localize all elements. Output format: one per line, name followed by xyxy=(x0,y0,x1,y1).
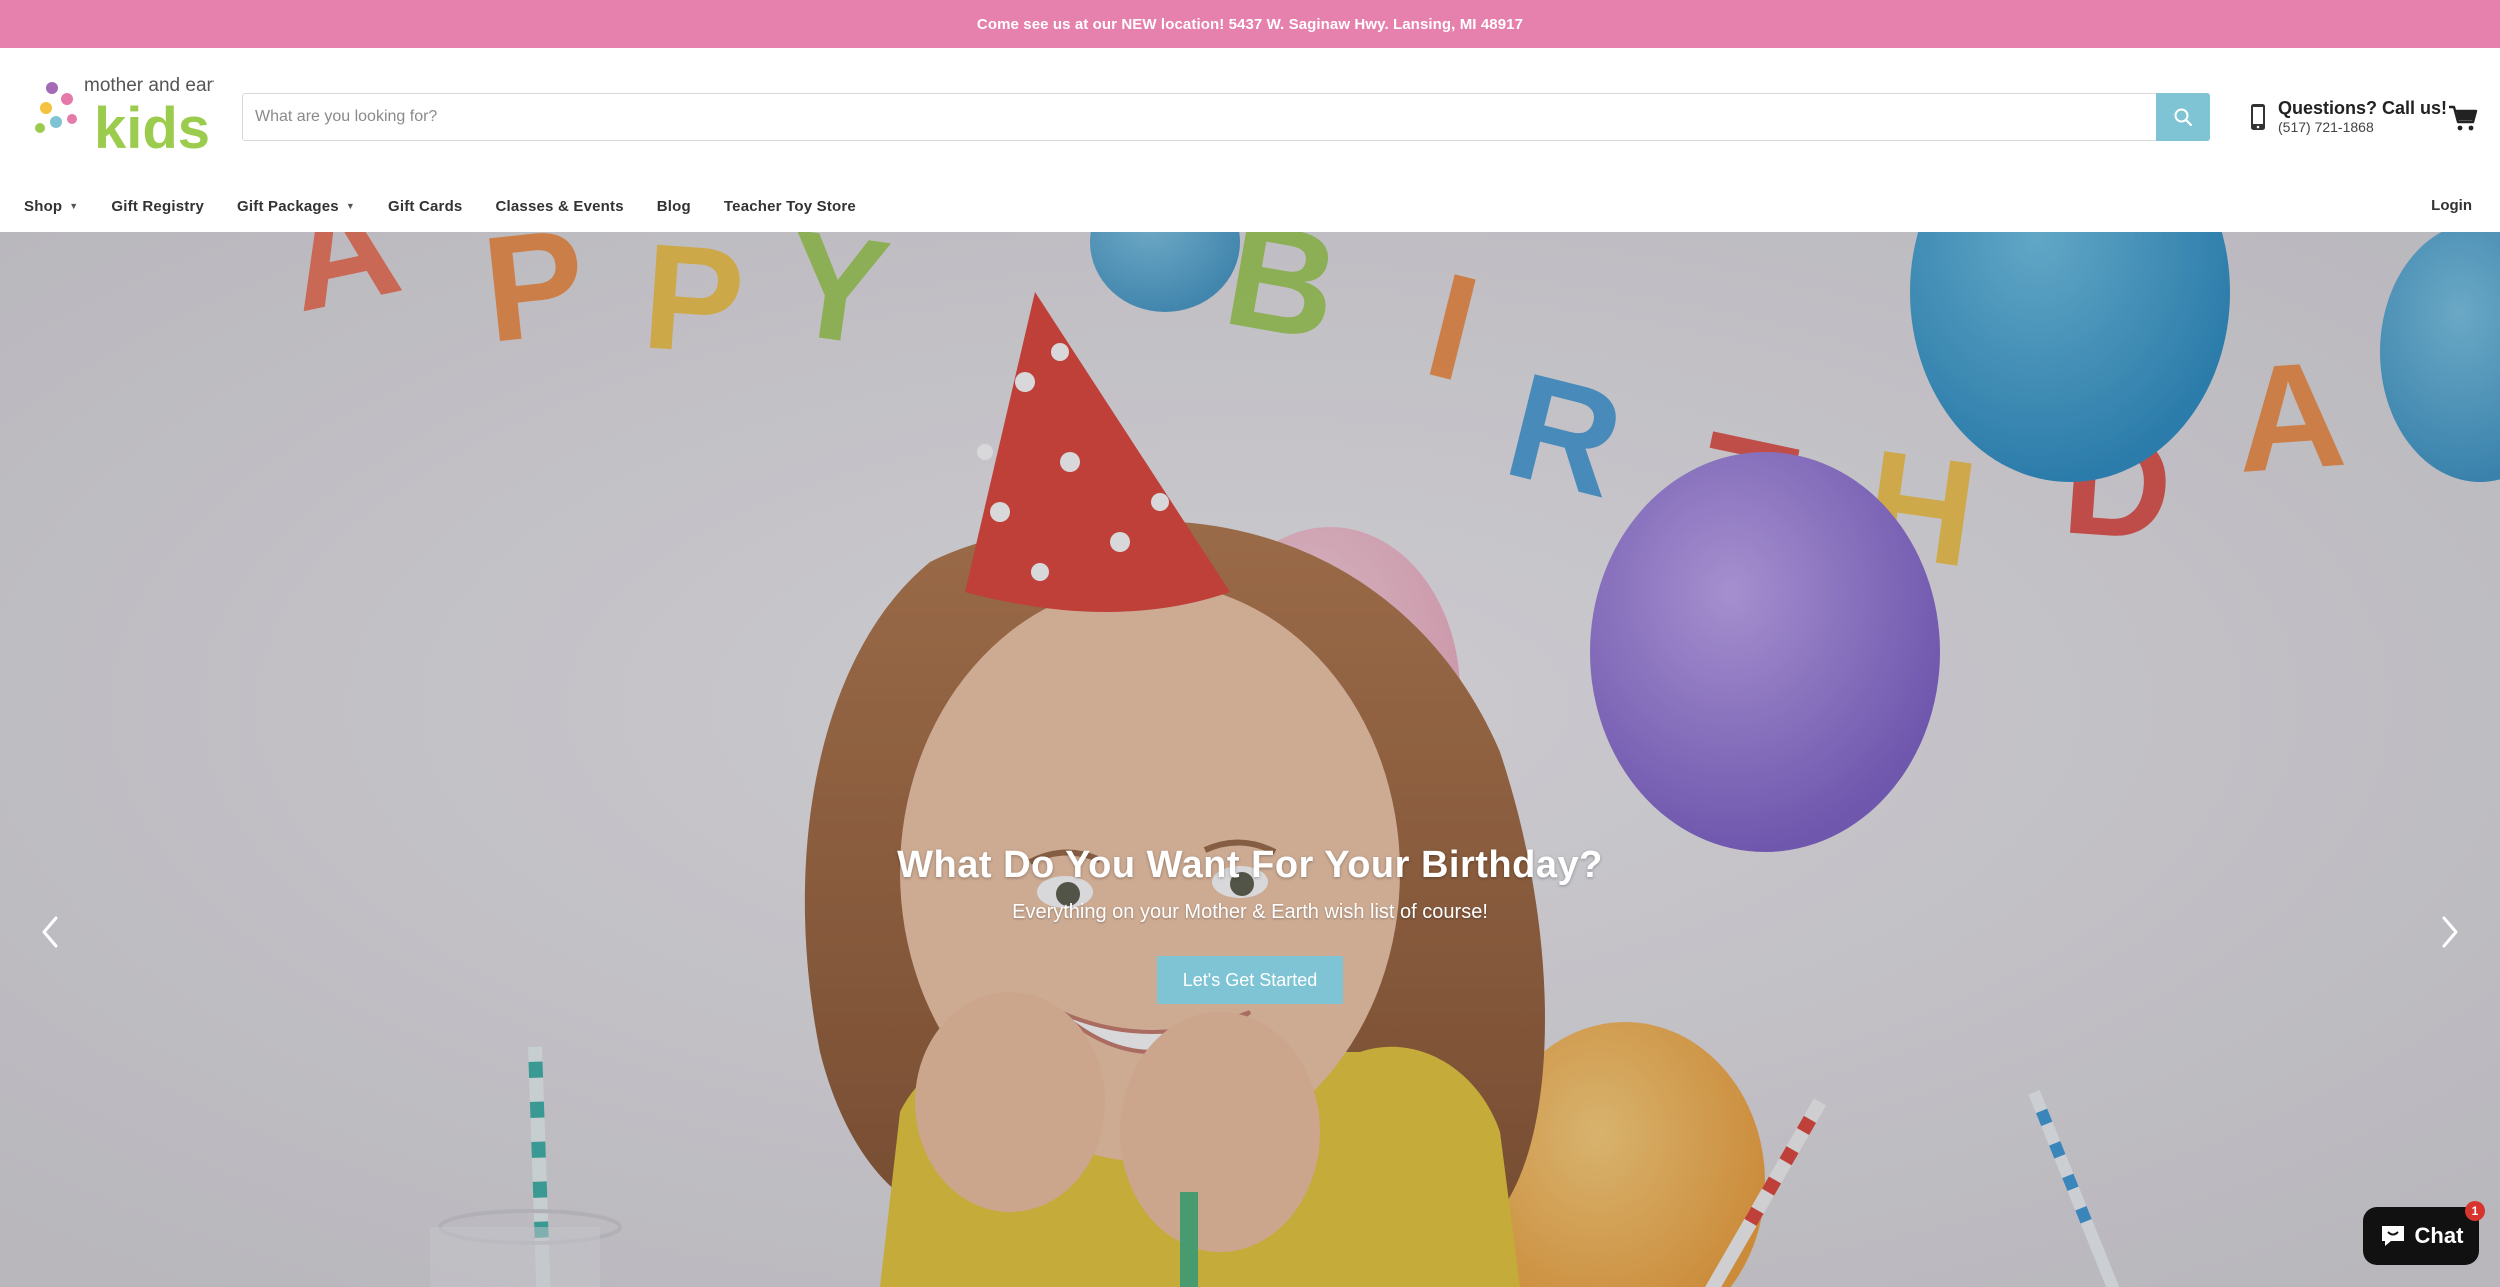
search-icon xyxy=(2174,108,2193,127)
cart-button[interactable] xyxy=(2448,104,2478,132)
hero-content: What Do You Want For Your Birthday? Ever… xyxy=(0,844,2500,1004)
chevron-left-icon xyxy=(42,916,58,948)
nav-item-label: Blog xyxy=(656,197,691,215)
chevron-right-icon xyxy=(2442,916,2458,948)
phone-icon xyxy=(2251,104,2265,130)
nav-item-blog[interactable]: Blog xyxy=(657,198,691,215)
logo-top-text: mother and earth xyxy=(84,76,214,96)
hero-title: What Do You Want For Your Birthday? xyxy=(897,844,1603,886)
nav-item-label: Shop xyxy=(24,197,63,215)
search-button[interactable] xyxy=(2156,93,2210,141)
hero-slideshow: A P P Y B I R T H D A xyxy=(0,232,2500,1287)
nav-item-label: Gift Cards xyxy=(387,197,463,215)
search-input[interactable] xyxy=(243,94,2156,140)
site-logo[interactable]: mother and earth kids xyxy=(34,75,229,161)
hero-cta-button[interactable]: Let's Get Started xyxy=(1157,956,1343,1004)
site-header: mother and earth kids Questions? Call us… xyxy=(0,48,2500,232)
logo-graphic: mother and earth kids xyxy=(35,75,229,161)
contact-title: Questions? Call us! xyxy=(2278,98,2448,118)
slideshow-prev-button[interactable] xyxy=(36,912,66,952)
announcement-text: Come see us at our NEW location! 5437 W.… xyxy=(976,15,1524,33)
contact-info[interactable]: Questions? Call us! (517) 721-1868 xyxy=(2250,98,2447,136)
search-bar xyxy=(242,93,2210,141)
chevron-down-icon: ▼ xyxy=(69,201,79,211)
nav-item-teacher-toy-store[interactable]: Teacher Toy Store xyxy=(724,198,856,215)
nav-item-label: Teacher Toy Store xyxy=(723,197,856,215)
hero-subtitle: Everything on your Mother & Earth wish l… xyxy=(1012,901,1488,923)
nav-item-label: Gift Registry xyxy=(111,197,205,215)
contact-phone: (517) 721-1868 xyxy=(2278,119,2374,135)
hero-overlay xyxy=(0,232,2500,1287)
logo-main-text: kids xyxy=(94,96,210,156)
nav-item-label: Gift Packages xyxy=(237,197,339,215)
nav-item-shop[interactable]: Shop ▼ xyxy=(24,198,78,215)
nav-item-classes-events[interactable]: Classes & Events xyxy=(495,198,623,215)
main-navigation: Shop ▼ Gift Registry Gift Packages ▼ Gif… xyxy=(24,194,889,218)
chat-bubble-icon xyxy=(2381,1226,2404,1246)
chat-notification-badge: 1 xyxy=(2465,1201,2485,1221)
nav-item-gift-cards[interactable]: Gift Cards xyxy=(388,198,463,215)
chat-label: Chat xyxy=(2414,1223,2464,1248)
slideshow-next-button[interactable] xyxy=(2434,912,2464,952)
nav-item-label: Classes & Events xyxy=(495,197,624,215)
cart-icon xyxy=(2449,105,2478,131)
nav-item-gift-registry[interactable]: Gift Registry xyxy=(111,198,204,215)
login-link[interactable]: Login xyxy=(2431,194,2472,218)
nav-item-gift-packages[interactable]: Gift Packages ▼ xyxy=(237,198,355,215)
chat-button[interactable]: Chat xyxy=(2363,1207,2479,1265)
chevron-down-icon: ▼ xyxy=(345,201,355,211)
announcement-bar: Come see us at our NEW location! 5437 W.… xyxy=(0,0,2500,48)
